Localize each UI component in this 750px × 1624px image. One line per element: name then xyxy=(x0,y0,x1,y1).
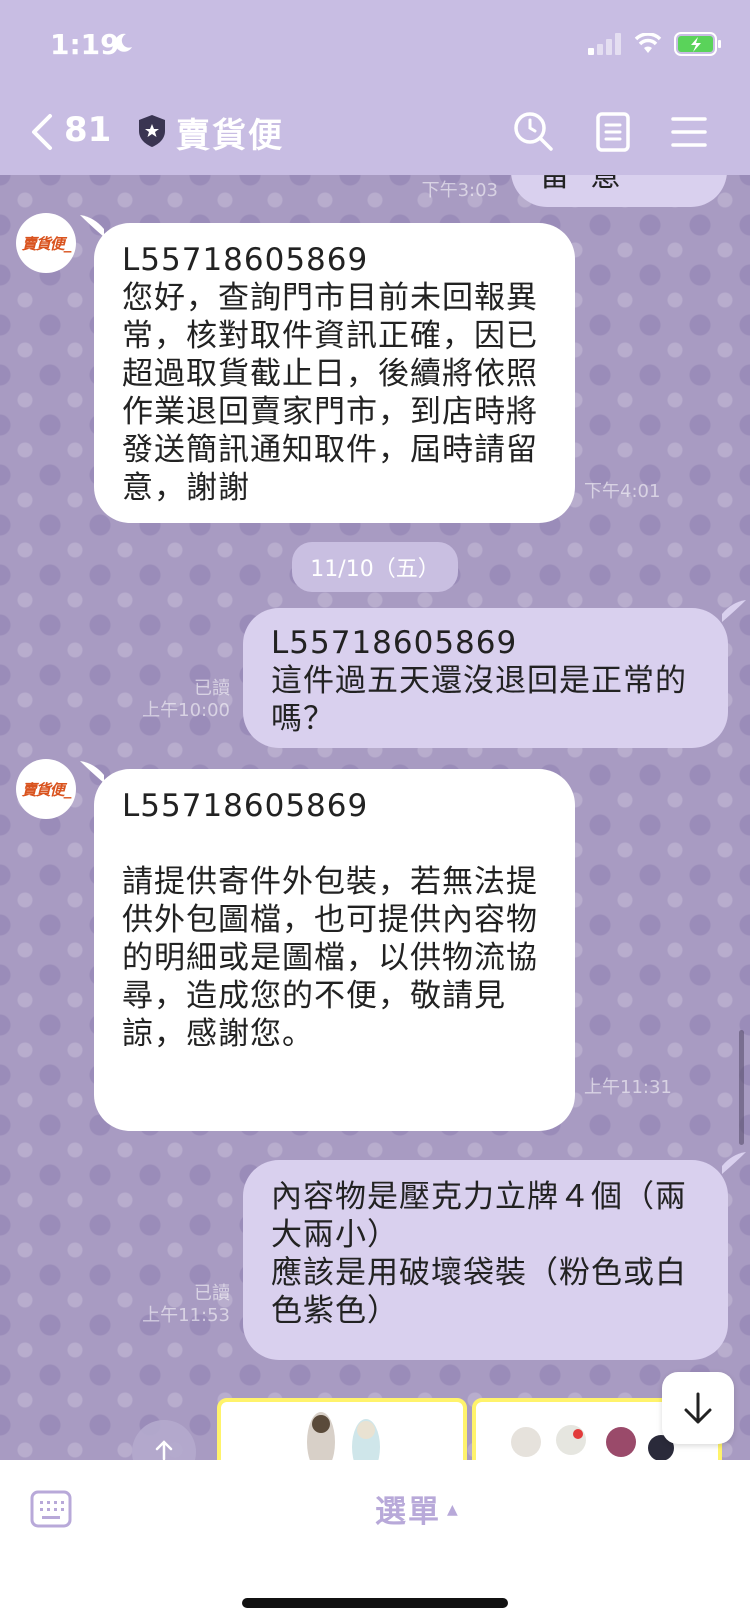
status-time: 1:19 xyxy=(50,28,120,61)
share-icon xyxy=(155,1440,173,1460)
bubble-tail xyxy=(80,215,104,237)
date-separator: 11/10（五） xyxy=(292,542,458,592)
moon-icon xyxy=(115,33,132,52)
bottom-bar: 選單 ▲ xyxy=(0,1460,750,1624)
message-bubble-outgoing[interactable]: L55718605869 這件過五天還沒退回是正常的嗎？ xyxy=(243,608,728,748)
share-button[interactable] xyxy=(132,1420,196,1460)
menu-icon[interactable] xyxy=(671,116,707,148)
keyboard-icon[interactable] xyxy=(30,1490,72,1528)
chat-area[interactable]: 留意 下午3:03 賣貨便_ L55718605869 您好，查詢門市目前未回報… xyxy=(0,175,750,1460)
message-text: 內容物是壓克力立牌４個（兩大兩小） 應該是用破壞袋裝（粉色或白色紫色） xyxy=(271,1179,687,1329)
status-indicators xyxy=(588,30,722,58)
message-text: 留意 xyxy=(539,175,641,194)
shield-icon xyxy=(139,115,165,147)
chat-title: 賣貨便 xyxy=(176,116,284,156)
message-time: 下午4:01 xyxy=(584,481,661,502)
read-receipt: 已讀 xyxy=(194,1283,230,1304)
chevron-up-icon: ▲ xyxy=(447,1502,458,1518)
bubble-tail xyxy=(722,1152,746,1174)
unread-count[interactable]: 81 xyxy=(64,110,111,150)
message-text: L55718605869 這件過五天還沒退回是正常的嗎？ xyxy=(271,625,687,737)
arrow-down-icon xyxy=(684,1392,712,1424)
acrylic-stand-image xyxy=(307,1412,380,1460)
message-time: 下午3:03 xyxy=(421,180,498,201)
message-time: 上午11:31 xyxy=(584,1077,672,1098)
message-bubble-outgoing[interactable]: 留意 xyxy=(511,175,727,207)
signal-icon xyxy=(588,33,621,55)
wifi-icon xyxy=(634,33,662,53)
avatar-label: 賣貨便_ xyxy=(21,234,72,253)
bubble-tail xyxy=(722,600,746,622)
message-bubble-incoming[interactable]: L55718605869 請提供寄件外包裝，若無法提供外包圖檔，也可提供內容物的… xyxy=(94,769,575,1131)
message-bubble-incoming[interactable]: L55718605869 您好，查詢門市目前未回報異常，核對取件資訊正確，因已超… xyxy=(94,223,575,523)
scrollbar[interactable] xyxy=(739,1030,744,1145)
read-receipt: 已讀 xyxy=(194,678,230,699)
avatar[interactable]: 賣貨便_ xyxy=(16,759,76,819)
avatar[interactable]: 賣貨便_ xyxy=(16,213,76,273)
battery-icon xyxy=(674,32,721,56)
scroll-to-bottom-button[interactable] xyxy=(662,1372,734,1444)
message-text: L55718605869 請提供寄件外包裝，若無法提供外包圖檔，也可提供內容物的… xyxy=(122,788,538,1052)
message-time: 上午10:00 xyxy=(142,700,230,721)
notes-icon[interactable] xyxy=(596,112,630,152)
message-time: 上午11:53 xyxy=(142,1305,230,1326)
message-bubble-outgoing[interactable]: 內容物是壓克力立牌４個（兩大兩小） 應該是用破壞袋裝（粉色或白色紫色） xyxy=(243,1160,728,1360)
rich-menu-toggle[interactable]: 選單 xyxy=(375,1486,441,1531)
chat-header: 1:19 81 賣貨便 xyxy=(0,0,750,175)
nav-bar: 81 賣貨便 xyxy=(0,100,750,164)
avatar-label: 賣貨便_ xyxy=(21,780,72,799)
search-icon[interactable] xyxy=(512,110,554,152)
home-indicator xyxy=(242,1598,508,1608)
message-text: L55718605869 您好，查詢門市目前未回報異常，核對取件資訊正確，因已超… xyxy=(122,242,538,506)
bubble-tail xyxy=(80,761,104,783)
back-icon[interactable] xyxy=(28,112,56,152)
image-thumbnail[interactable] xyxy=(217,1398,467,1460)
